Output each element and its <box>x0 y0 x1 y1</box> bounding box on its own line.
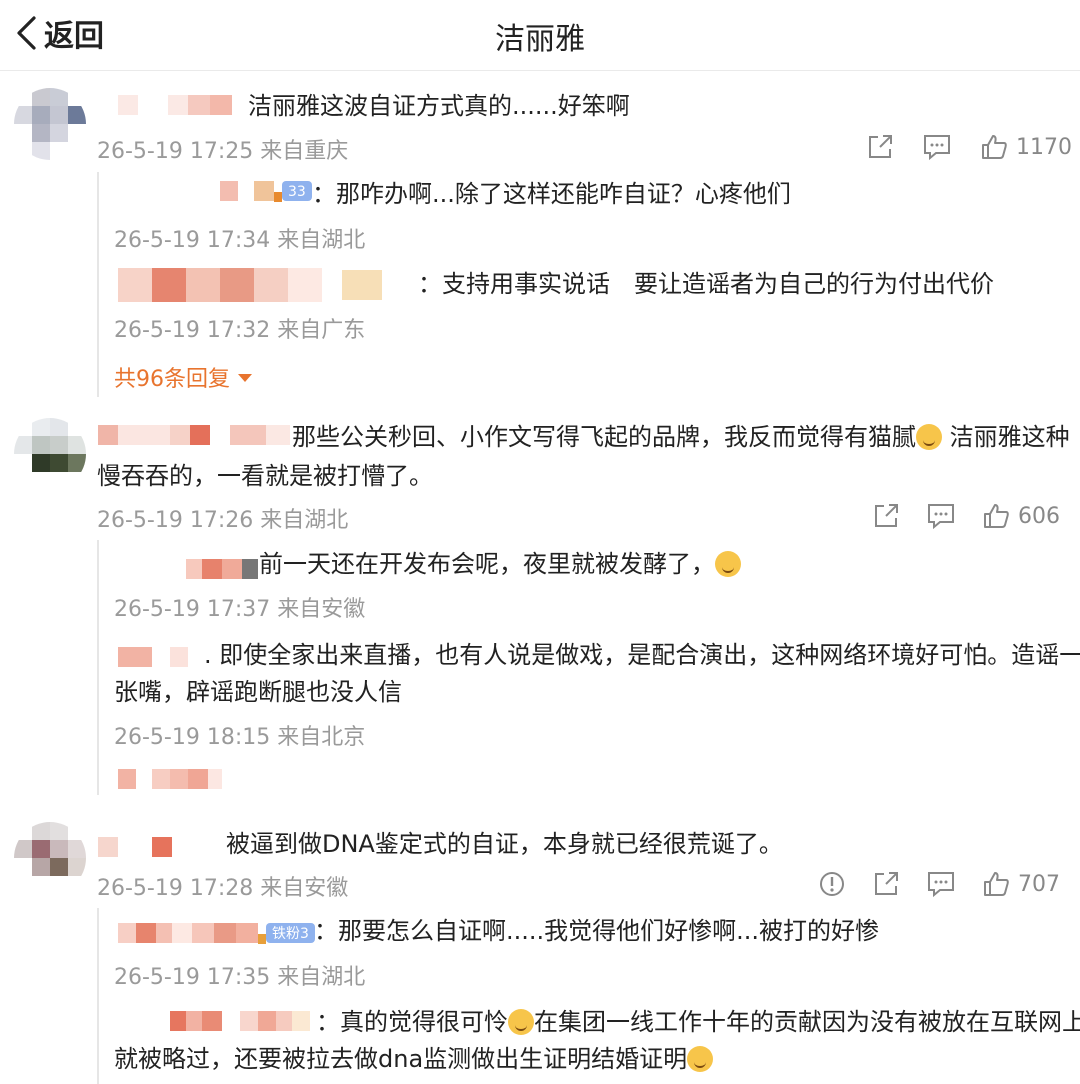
caret-down-icon <box>238 374 252 382</box>
reply-text-line2: 张嘴，辟谣跑断腿也没人信 <box>114 678 402 706</box>
comment-actions: 1170 <box>866 130 1072 164</box>
reply-meta: 26-5-19 17:35 来自湖北 <box>114 965 366 990</box>
like-icon <box>982 135 1007 159</box>
reply-username-blurred[interactable] <box>170 1010 310 1032</box>
reply-divider <box>97 908 99 1084</box>
comment-meta: 26-5-19 17:26 来自湖北 <box>97 508 349 533</box>
smirk-emoji-icon <box>916 424 942 450</box>
like-count: 606 <box>1018 503 1060 529</box>
username-blurred[interactable] <box>118 94 232 116</box>
like-count: 707 <box>1018 871 1060 897</box>
page-title: 洁丽雅 <box>495 22 585 57</box>
username-blurred[interactable] <box>98 836 172 858</box>
share-button[interactable] <box>872 870 900 898</box>
reply-text: ：那要怎么自证啊.....我觉得他们好惨啊...被打的好惨 <box>314 917 880 945</box>
crying-emoji-icon <box>508 1009 534 1035</box>
reply-text-line1: ：真的觉得很可怜 在集团一线工作十年的贡献因为没有被放在互联网上 <box>316 1008 1080 1036</box>
reply-text-line: 前一天还在开发布会呢，夜里就被发酵了， <box>259 545 741 583</box>
comment-text: 洁丽雅这波自证方式真的......好笨啊 <box>248 92 630 120</box>
more-replies-label: 共96条回复 <box>114 367 230 392</box>
comment-text: 被逼到做DNA鉴定式的自证，本身就已经很荒诞了。 <box>226 830 783 858</box>
like-button[interactable]: 707 <box>982 870 1060 898</box>
reply-text: ：那咋办啊...除了这样还能咋自证？心疼他们 <box>312 180 791 208</box>
more-replies-link[interactable]: 共96条回复 <box>114 361 254 393</box>
reply-meta: 26-5-19 17:37 来自安徽 <box>114 597 366 622</box>
share-icon <box>875 504 898 527</box>
comment-meta: 26-5-19 17:25 来自重庆 <box>97 139 349 164</box>
like-button[interactable]: 1170 <box>980 133 1072 161</box>
reply-username-blurred[interactable]: 铁粉3 <box>118 922 315 944</box>
comment-icon <box>928 872 954 898</box>
reply-divider <box>97 540 99 795</box>
share-icon <box>875 872 898 895</box>
report-icon <box>820 872 844 896</box>
top-bar: 返回 洁丽雅 <box>0 0 1080 71</box>
reply-button[interactable] <box>926 870 956 898</box>
reply-button[interactable] <box>922 133 952 161</box>
avatar[interactable] <box>14 418 86 490</box>
fan-badge: 33 <box>282 181 312 201</box>
like-button[interactable]: 606 <box>982 502 1060 530</box>
reply-meta: 26-5-19 17:32 来自广东 <box>114 318 366 343</box>
avatar[interactable] <box>14 822 86 894</box>
comment-icon <box>924 135 950 161</box>
reply-divider <box>97 172 99 397</box>
report-button[interactable] <box>818 870 846 898</box>
reply-button[interactable] <box>926 502 956 530</box>
comment-actions: 606 <box>872 499 1060 533</box>
reply-text-line1: . 即使全家出来直播，也有人说是做戏，是配合演出，这种网络环境好可怕。造谣一 <box>204 641 1080 669</box>
comment-meta: 26-5-19 17:28 来自安徽 <box>97 876 349 901</box>
username-blurred[interactable] <box>98 424 290 446</box>
reply-meta: 26-5-19 17:34 来自湖北 <box>114 228 366 253</box>
comment-actions: 707 <box>818 867 1060 901</box>
reply-username-blurred[interactable] <box>118 646 188 668</box>
comment-text-line2: 慢吞吞的，一看就是被打懵了。 <box>97 462 433 490</box>
share-button[interactable] <box>866 133 894 161</box>
comment-icon <box>928 504 954 530</box>
reply-username-blurred[interactable] <box>118 268 382 302</box>
reply-username-blurred[interactable] <box>186 558 258 580</box>
reply-meta: 26-5-19 18:15 来自北京 <box>114 725 366 750</box>
comment-text-line1: 那些公关秒回、小作文写得飞起的品牌，我反而觉得有猫腻 洁丽雅这种 <box>292 423 1070 451</box>
share-icon <box>869 135 892 158</box>
fan-badge: 铁粉3 <box>266 923 315 943</box>
reply-username-blurred[interactable]: 33 <box>220 180 312 202</box>
crying-emoji-icon <box>715 551 741 577</box>
reply-text: ：支持用事实说话 要让造谣者为自己的行为付出代价 <box>418 270 994 298</box>
reply-username-blurred[interactable] <box>118 768 222 790</box>
crying-emoji-icon <box>687 1046 714 1072</box>
like-count: 1170 <box>1016 134 1072 160</box>
avatar[interactable] <box>14 88 86 160</box>
like-icon <box>984 504 1009 528</box>
reply-text-line2: 就被略过，还要被拉去做dna监测做出生证明结婚证明 <box>114 1040 714 1078</box>
like-icon <box>984 872 1009 896</box>
share-button[interactable] <box>872 502 900 530</box>
